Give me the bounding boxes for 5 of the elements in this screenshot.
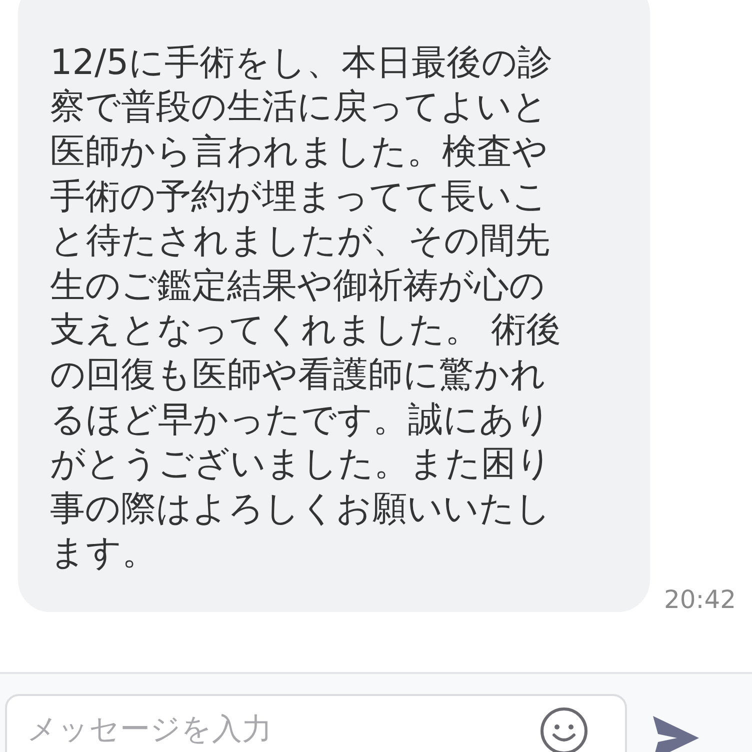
send-icon[interactable] bbox=[653, 716, 699, 752]
message-time: 20:42 bbox=[664, 585, 736, 614]
message-bubble: 12/5に手術をし、本日最後の診 察で普段の生活に戻ってよいと 医師から言われました。検査や 手術の予約が埋まってて長いこ と待たされましたが、その間先 生のご鑑定結果や御祈祷が心の 支えとなってくれました。 術後 の回復も医師や看護師に驚かれ るほど早かったです。誠にあり がとうございました。また困り 事の際はよろしくお願いいたし ます。 bbox=[18, 0, 650, 612]
message-input[interactable]: メッセージを入力 bbox=[5, 694, 627, 752]
emoji-icon[interactable] bbox=[539, 706, 589, 752]
